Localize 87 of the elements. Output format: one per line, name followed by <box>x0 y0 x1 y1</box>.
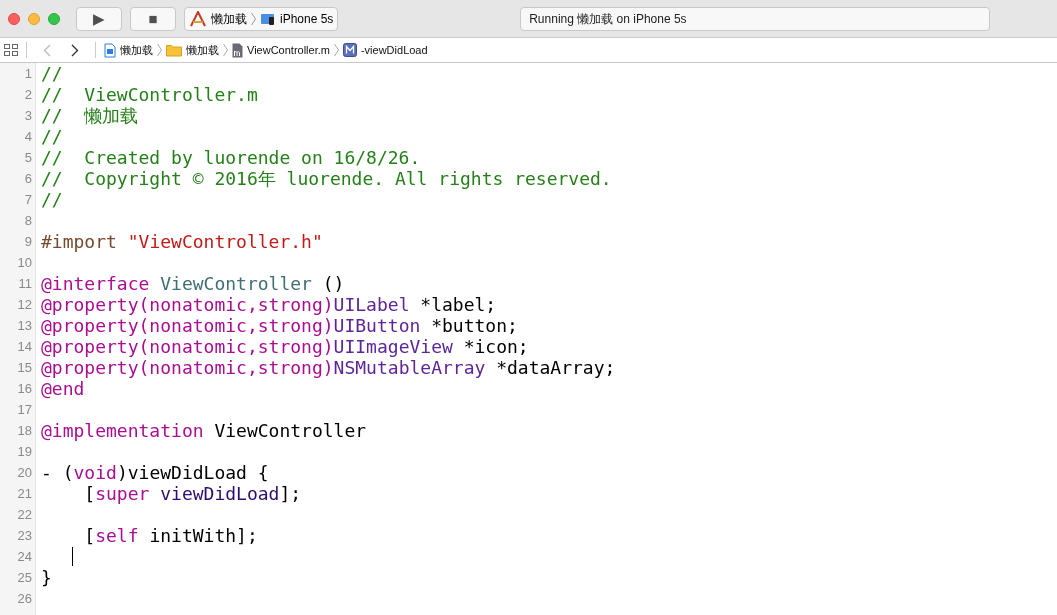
folder-icon <box>166 43 182 57</box>
code-token: NSMutableArray <box>333 357 486 380</box>
code-token: [ <box>83 524 96 548</box>
line-number: 4 <box>24 127 32 146</box>
line-number: 17 <box>17 400 32 419</box>
line-number: 22 <box>17 505 32 524</box>
file-m-icon <box>232 42 243 58</box>
code-token: UILabel <box>333 293 410 317</box>
code-token: @property(nonatomic,strong) <box>41 315 334 338</box>
breadcrumb-item[interactable]: 懒加载 <box>120 41 153 59</box>
code-token: @property(nonatomic,strong) <box>41 336 334 359</box>
code-token: ]; <box>279 482 302 506</box>
code-token: *dataArray; <box>495 356 616 380</box>
code-token: viewDidLoad <box>159 482 280 506</box>
code-token: () <box>321 272 345 296</box>
line-number: 1 <box>24 64 32 83</box>
code-token: // ViewController.m <box>41 83 258 107</box>
code-token: "ViewController.h" <box>127 230 323 254</box>
project-file-icon <box>104 42 116 58</box>
breadcrumb-item[interactable]: ViewController.m <box>247 41 330 59</box>
code-token: UIImageView <box>333 335 453 359</box>
line-number: 24 <box>17 547 32 566</box>
line-number: 10 <box>17 253 32 272</box>
forward-icon[interactable] <box>71 43 79 57</box>
stop-button[interactable]: ■ <box>130 6 176 31</box>
chevron-icon <box>223 43 228 57</box>
run-button[interactable]: ▶ <box>76 6 122 31</box>
line-number: 7 <box>24 190 32 209</box>
code-token: } <box>41 566 52 590</box>
chevron-icon <box>251 11 256 26</box>
method-m-icon <box>342 43 357 57</box>
code-token: [ <box>83 482 96 506</box>
code-token: ViewController <box>159 272 312 296</box>
code-token: @implementation <box>41 419 204 443</box>
chevron-icon <box>157 43 162 57</box>
line-number: 8 <box>24 211 32 230</box>
code-token: // 懒加载 <box>41 104 139 128</box>
code-token: // <box>41 188 63 212</box>
code-token: // Created by luorende on 16/8/26. <box>41 146 421 170</box>
app-icon <box>189 10 207 27</box>
line-number: 26 <box>17 589 32 608</box>
line-number: 19 <box>17 442 32 461</box>
line-number: 6 <box>24 169 32 188</box>
activity-status: Running 懒加载 on iPhone 5s <box>529 10 687 28</box>
line-number: 18 <box>17 421 32 440</box>
code-token: @property(nonatomic,strong) <box>41 294 334 317</box>
line-number: 5 <box>24 148 32 167</box>
line-number: 13 <box>17 316 32 335</box>
scheme-selector[interactable]: 懒加载 iPhone 5s <box>184 6 339 31</box>
zoom-button[interactable] <box>48 12 60 25</box>
chevron-icon <box>333 43 339 57</box>
line-number: 9 <box>24 232 32 251</box>
line-number: 2 <box>24 85 32 104</box>
close-button[interactable] <box>8 12 20 25</box>
code-token: self <box>95 524 139 548</box>
minimize-button[interactable] <box>28 12 40 25</box>
code-token: // <box>41 125 63 149</box>
line-number: 25 <box>17 568 32 587</box>
code-token: @interface <box>41 272 150 296</box>
code-token: #import <box>41 230 118 254</box>
code-token: )viewDidLoad { <box>116 461 269 485</box>
code-token: ViewController <box>213 419 367 443</box>
line-number: 15 <box>17 358 32 377</box>
line-number: 3 <box>24 106 32 125</box>
code-token: - ( <box>41 461 74 485</box>
simulator-icon <box>260 11 276 26</box>
code-token: super <box>95 482 150 506</box>
line-number: 14 <box>17 337 32 356</box>
line-number: 23 <box>17 526 32 545</box>
code-token: *label; <box>419 293 497 317</box>
line-number: 20 <box>17 463 32 482</box>
code-token: // Copyright © 2016年 luorende. All rights reserved. <box>41 168 612 191</box>
line-number: 12 <box>17 295 32 314</box>
line-number: 11 <box>18 274 32 293</box>
code-token: *icon; <box>462 335 529 359</box>
line-number: 21 <box>17 484 32 503</box>
code-token: @end <box>41 378 85 401</box>
breadcrumb-item[interactable]: 懒加载 <box>186 41 219 59</box>
code-token: UIButton <box>333 314 421 338</box>
line-number: 16 <box>17 379 32 398</box>
code-token: void <box>73 461 117 485</box>
code-token: // <box>41 62 63 86</box>
code-token: *button; <box>430 314 518 338</box>
breadcrumb-item[interactable]: -viewDidLoad <box>360 41 428 59</box>
code-token: @property(nonatomic,strong) <box>41 357 334 380</box>
code-token: initWith]; <box>148 524 258 548</box>
grid-icon[interactable] <box>4 44 18 56</box>
